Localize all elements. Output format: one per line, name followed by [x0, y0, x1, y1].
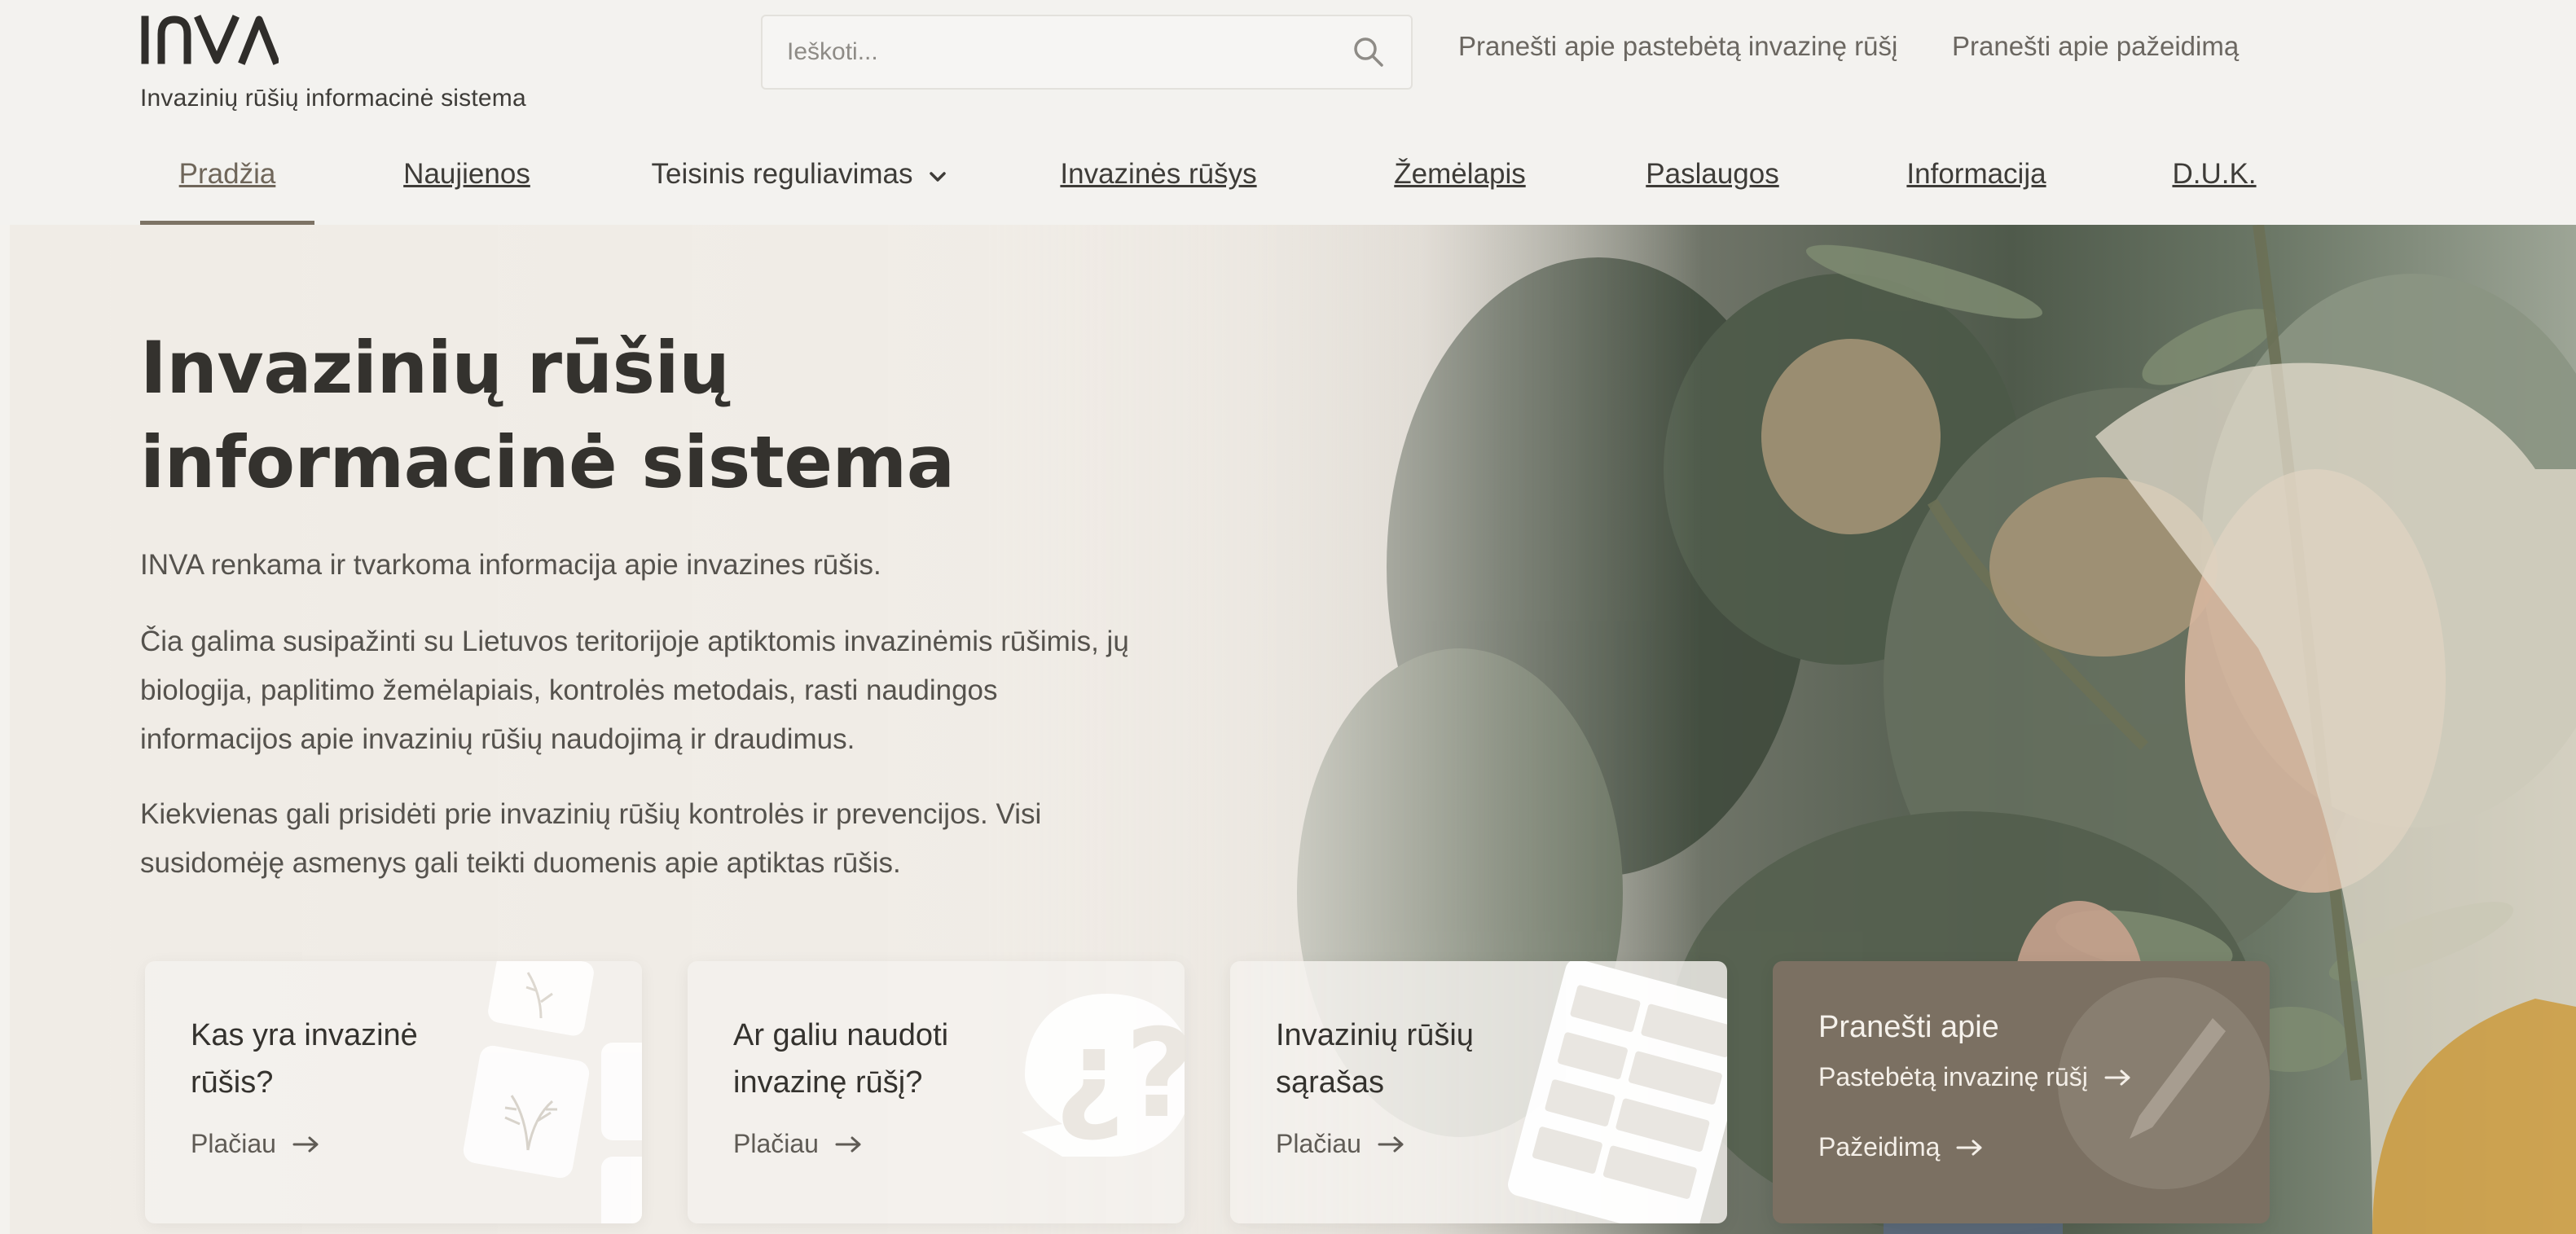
pencil-bubble-icon — [2058, 977, 2270, 1189]
hero-title: Invazinių rūšių informacinė sistema — [140, 321, 1118, 510]
nav-item-pradzia[interactable]: Pradžia — [140, 145, 314, 225]
hero-title-line1: Invazinių rūšių — [140, 326, 730, 410]
search-icon[interactable] — [1351, 34, 1387, 70]
card-title: Invazinių rūšių sąrašas — [1276, 1018, 1474, 1100]
card-what-is-invasive[interactable]: Kas yra invazinė rūšis? Plačiau — [145, 961, 642, 1223]
report-violation-card-link[interactable]: Pažeidimą — [1818, 1132, 1984, 1162]
report-violation-label: Pažeidimą — [1818, 1132, 1941, 1162]
nav-item-teisinis-reguliavimas[interactable]: Teisinis reguliavimas — [637, 145, 963, 225]
card-species-list[interactable]: Invazinių rūšių sąrašas Plačiau — [1230, 961, 1727, 1223]
report-species-label: Pastebėtą invazinę rūšį — [1818, 1062, 2088, 1091]
chevron-down-icon — [930, 172, 947, 182]
card-can-i-use-invasive[interactable]: ¿? Ar galiu naudoti invazinę rūšį? Plači… — [688, 961, 1185, 1223]
inva-logo-mark — [141, 15, 280, 65]
hero-title-line2: informacinė sistema — [140, 420, 955, 504]
card-title: Ar galiu naudoti invazinę rūšį? — [733, 1018, 949, 1100]
hero-paragraph-2: Čia galima susipažinti su Lietuvos terit… — [140, 626, 1129, 755]
card-more-label: Plačiau — [733, 1129, 819, 1158]
hero-paragraph-1: INVA renkama ir tvarkoma informacija api… — [140, 549, 881, 581]
arrow-right-icon — [292, 1136, 319, 1152]
nav-item-naujienos[interactable]: Naujienos — [389, 145, 544, 225]
card-more-label: Plačiau — [191, 1129, 276, 1158]
nav-item-invazines-rusys[interactable]: Invazinės rūšys — [1044, 145, 1273, 225]
site-header: Invazinių rūšių informacinė sistema Pran… — [0, 0, 2576, 225]
search-box[interactable] — [761, 15, 1413, 90]
nav-item-duk[interactable]: D.U.K. — [2149, 145, 2279, 225]
card-more-label: Plačiau — [1276, 1129, 1361, 1158]
card-more-link[interactable]: Plačiau — [191, 1129, 320, 1159]
card-more-link[interactable]: Plačiau — [1276, 1129, 1405, 1159]
card-more-link[interactable]: Plačiau — [733, 1129, 863, 1159]
report-species-card-link[interactable]: Pastebėtą invazinę rūšį — [1818, 1062, 2132, 1092]
logo-subtitle: Invazinių rūšių informacinė sistema — [140, 85, 526, 112]
svg-text:¿?: ¿? — [1054, 1003, 1185, 1145]
card-report-title: Pranešti apie — [1818, 1010, 1999, 1044]
arrow-right-icon — [1956, 1140, 1982, 1155]
report-violation-link[interactable]: Pranešti apie pažeidimą — [1952, 31, 2239, 62]
nav-item-paslaugos[interactable]: Paslaugos — [1631, 145, 1794, 225]
search-input[interactable] — [787, 38, 1351, 66]
inva-logo[interactable] — [140, 15, 280, 65]
card-report: Pranešti apie Pastebėtą invazinę rūšį Pa… — [1773, 961, 2270, 1223]
report-species-link[interactable]: Pranešti apie pastebėtą invazinę rūšį — [1458, 31, 1897, 62]
arrow-right-icon — [1378, 1136, 1404, 1152]
arrow-right-icon — [2104, 1069, 2130, 1085]
nav-item-zemelapis[interactable]: Žemėlapis — [1378, 145, 1541, 225]
nav-item-label: Teisinis reguliavimas — [651, 158, 913, 190]
card-title: Kas yra invazinė rūšis? — [191, 1018, 418, 1100]
hero-paragraph-3: Kiekvienas gali prisidėti prie invazinių… — [140, 798, 1042, 879]
arrow-right-icon — [835, 1136, 861, 1152]
hero-section: Invazinių rūšių informacinė sistema INVA… — [10, 225, 2576, 1234]
nav-item-informacija[interactable]: Informacija — [1880, 145, 2073, 225]
